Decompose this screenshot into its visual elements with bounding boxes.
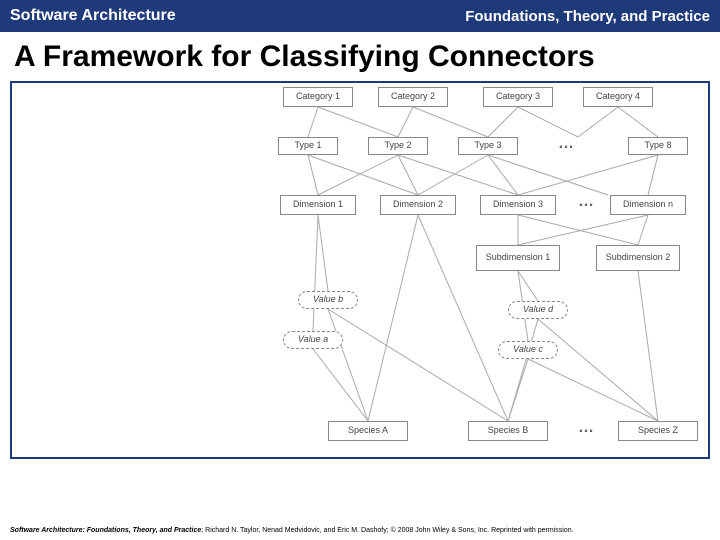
type-node: Type 8 <box>628 137 688 155</box>
category-node: Category 1 <box>283 87 353 107</box>
type-node: Type 2 <box>368 137 428 155</box>
slide-title: A Framework for Classifying Connectors <box>0 32 720 81</box>
footer-citation: Software Architecture: Foundations, Theo… <box>10 527 710 534</box>
ellipsis: … <box>578 419 596 437</box>
category-node: Category 4 <box>583 87 653 107</box>
type-node: Type 3 <box>458 137 518 155</box>
species-node: Species B <box>468 421 548 441</box>
footer-title: Software Architecture: Foundations, Theo… <box>10 527 201 534</box>
value-node: Value d <box>508 301 568 319</box>
ellipsis: … <box>578 193 596 211</box>
dimension-node: Dimension 3 <box>480 195 556 215</box>
value-node: Value a <box>283 331 343 349</box>
subdimension-node: Subdimension 1 <box>476 245 560 271</box>
header-left: Software Architecture <box>10 7 176 25</box>
footer-rest: ; Richard N. Taylor, Nenad Medvidovic, a… <box>201 527 573 534</box>
dimension-node: Dimension 1 <box>280 195 356 215</box>
dimension-node: Dimension n <box>610 195 686 215</box>
header-right: Foundations, Theory, and Practice <box>465 8 710 25</box>
species-node: Species Z <box>618 421 698 441</box>
header-bar: Software Architecture Foundations, Theor… <box>0 0 720 32</box>
dimension-node: Dimension 2 <box>380 195 456 215</box>
value-node: Value c <box>498 341 558 359</box>
value-node: Value b <box>298 291 358 309</box>
category-node: Category 3 <box>483 87 553 107</box>
species-node: Species A <box>328 421 408 441</box>
ellipsis: … <box>558 135 576 153</box>
content-frame: Category 1 Category 2 Category 3 Categor… <box>10 81 710 459</box>
type-node: Type 1 <box>278 137 338 155</box>
classification-diagram: Category 1 Category 2 Category 3 Categor… <box>258 83 708 459</box>
subdimension-node: Subdimension 2 <box>596 245 680 271</box>
category-node: Category 2 <box>378 87 448 107</box>
